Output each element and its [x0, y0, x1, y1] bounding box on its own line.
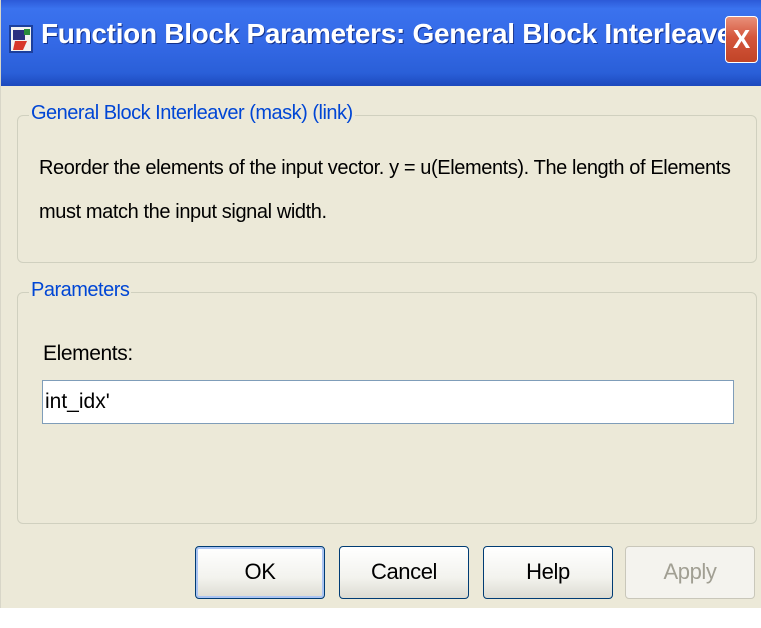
simulink-block-icon [9, 25, 33, 53]
title-bar[interactable]: Function Block Parameters: General Block… [1, 0, 761, 86]
ok-button[interactable]: OK [195, 546, 325, 599]
description-text-line-2: must match the input signal width. [39, 201, 327, 223]
parameters-group-title: Parameters [29, 279, 132, 302]
close-button[interactable]: X [725, 16, 758, 63]
window-title: Function Block Parameters: General Block… [41, 18, 743, 49]
description-groupbox [17, 115, 757, 263]
apply-button: Apply [625, 546, 755, 599]
dialog-window: Function Block Parameters: General Block… [0, 0, 761, 608]
elements-label: Elements: [43, 342, 133, 365]
cancel-button[interactable]: Cancel [339, 546, 469, 599]
description-group-title: General Block Interleaver (mask) (link) [29, 102, 355, 125]
elements-input[interactable] [42, 380, 734, 424]
description-text-line-1: Reorder the elements of the input vector… [39, 157, 731, 179]
help-button[interactable]: Help [483, 546, 613, 599]
